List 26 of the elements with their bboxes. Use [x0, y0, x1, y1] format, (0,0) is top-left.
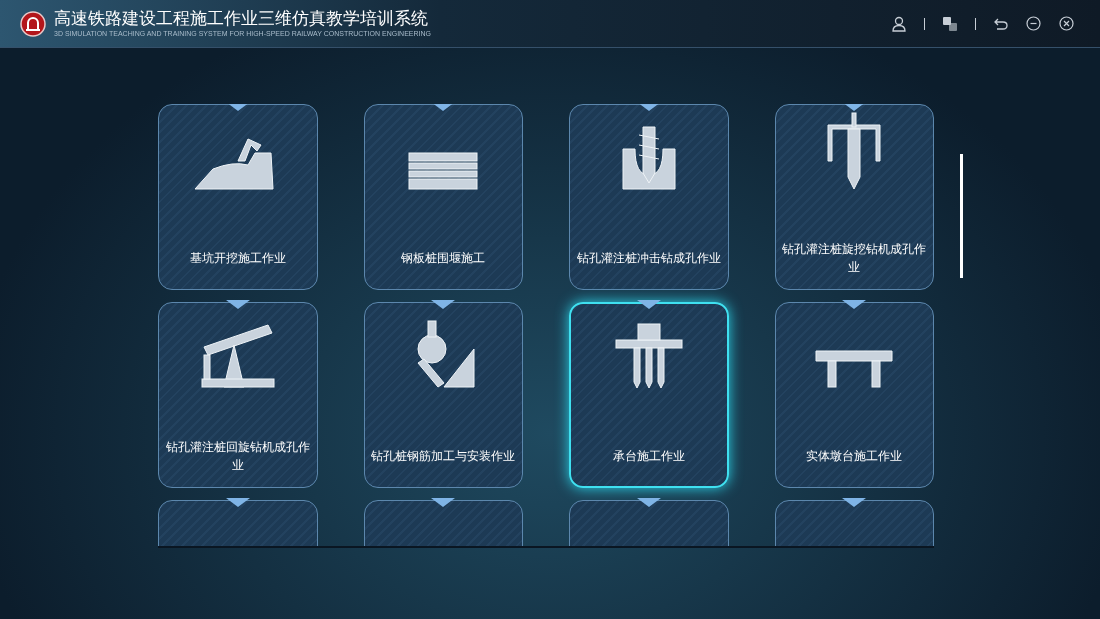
app-title: 高速铁路建设工程施工作业三维仿真教学培训系统 [54, 9, 429, 29]
module-label: 基坑开挖施工作业 [189, 250, 286, 267]
module-card[interactable]: 钻孔灌注桩回旋钻机成孔作业 [158, 302, 318, 488]
module-card[interactable]: 钻孔桩钢筋加工与安装作业 [363, 302, 523, 488]
translate-icon[interactable] [943, 16, 957, 31]
module-label: 钻孔灌注桩回旋钻机成孔作业 [164, 439, 311, 474]
module-label: 钻孔灌注桩冲击钻成孔作业 [576, 250, 721, 267]
module-card[interactable]: 钻孔灌注桩旋挖钻机成孔作业 [774, 104, 934, 290]
module-card[interactable]: 基坑开挖施工作业 [158, 104, 318, 290]
module-card[interactable]: 钢板桩围堰施工 [363, 104, 523, 290]
minimize-icon[interactable] [1026, 16, 1041, 31]
user-icon[interactable] [892, 15, 906, 32]
back-icon[interactable] [994, 17, 1008, 30]
module-label: 钻孔桩钢筋加工与安装作业 [371, 448, 516, 465]
module-label: 钻孔灌注桩旋挖钻机成孔作业 [781, 241, 928, 276]
module-label: 钢板桩围堰施工 [401, 250, 486, 267]
pile-cap-icon [613, 320, 684, 390]
railway-logo-icon [20, 10, 46, 37]
module-card[interactable]: 钻孔灌注桩冲击钻成孔作业 [569, 104, 729, 290]
module-card[interactable]: 实体墩台施工作业 [774, 302, 934, 488]
close-icon[interactable] [1059, 16, 1074, 31]
stacked-plates-icon [407, 151, 480, 191]
pier-icon [814, 349, 895, 389]
module-label: 实体墩台施工作业 [806, 448, 903, 465]
module-card[interactable]: 承台施工作业 [569, 302, 729, 488]
module-label: 承台施工作业 [612, 448, 685, 465]
